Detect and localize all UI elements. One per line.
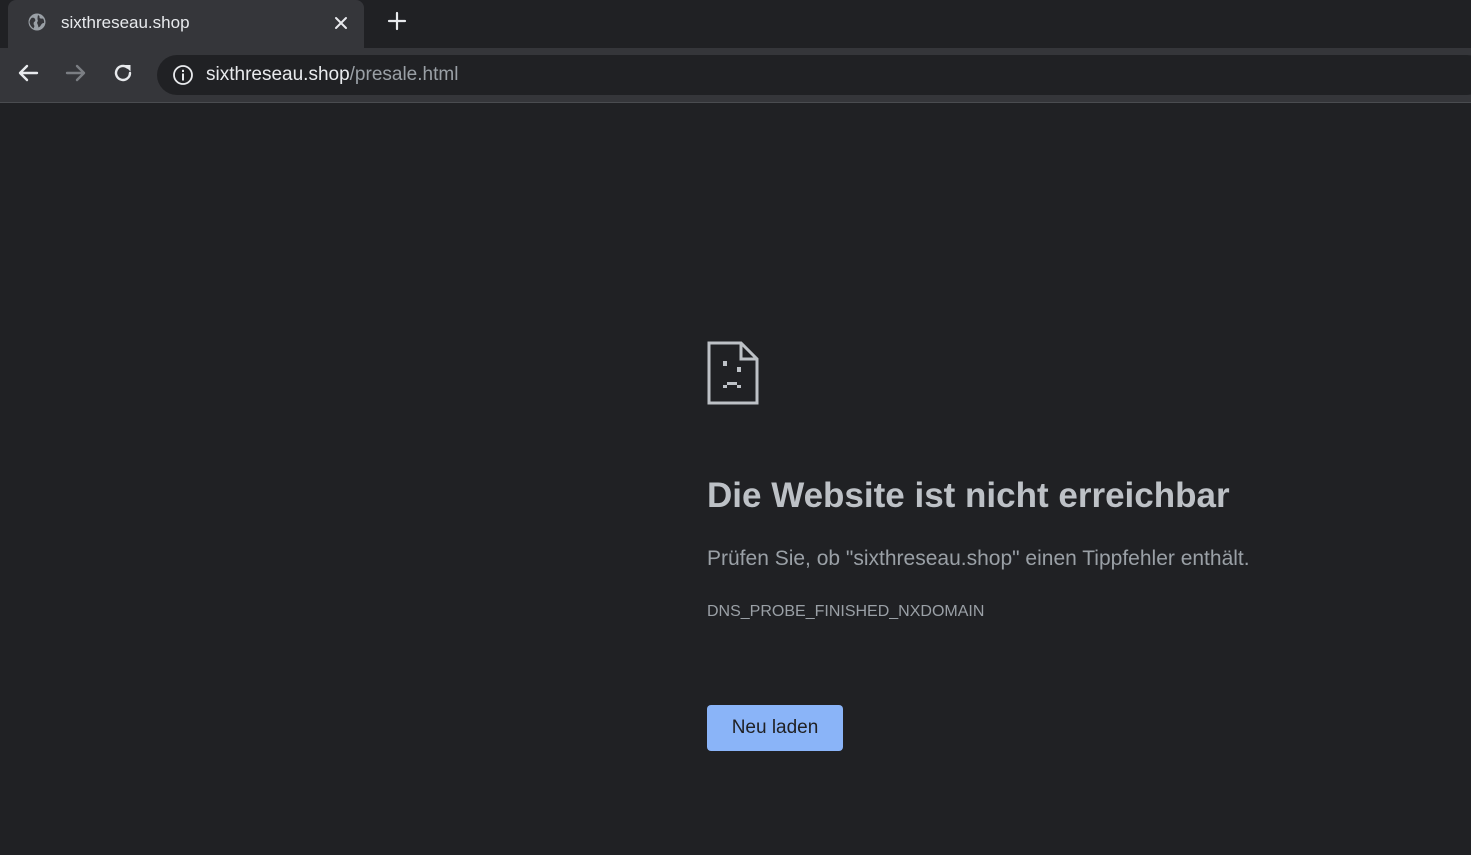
info-icon[interactable] — [172, 64, 194, 86]
error-message: Prüfen Sie, ob "sixthreseau.shop" einen … — [707, 547, 1250, 570]
url-host: sixthreseau.shop — [206, 64, 350, 85]
error-heading: Die Website ist nicht erreichbar — [707, 476, 1230, 515]
arrow-right-icon — [64, 61, 88, 90]
plus-icon — [387, 11, 407, 36]
reload-button-toolbar[interactable] — [108, 60, 138, 90]
close-icon[interactable] — [330, 12, 352, 34]
tab-title: sixthreseau.shop — [61, 13, 190, 32]
reload-icon — [111, 61, 135, 90]
error-code[interactable]: DNS_PROBE_FINISHED_NXDOMAIN — [707, 602, 984, 622]
url-text[interactable]: sixthreseau.shop/presale.html — [206, 64, 458, 86]
reload-button[interactable]: Neu laden — [707, 705, 843, 751]
forward-button[interactable] — [61, 60, 91, 90]
tab-active[interactable]: sixthreseau.shop — [8, 0, 364, 48]
arrow-left-icon — [16, 61, 40, 90]
sad-page-icon — [707, 341, 759, 405]
new-tab-button[interactable] — [384, 10, 410, 36]
address-bar[interactable]: sixthreseau.shop/presale.html — [157, 55, 1471, 95]
error-page: Die Website ist nicht erreichbar Prüfen … — [0, 103, 1471, 855]
tab-strip: sixthreseau.shop — [0, 0, 1471, 48]
url-path: /presale.html — [349, 64, 459, 85]
browser-toolbar: sixthreseau.shop/presale.html — [0, 48, 1471, 103]
globe-icon — [28, 13, 46, 31]
back-button[interactable] — [13, 60, 43, 90]
